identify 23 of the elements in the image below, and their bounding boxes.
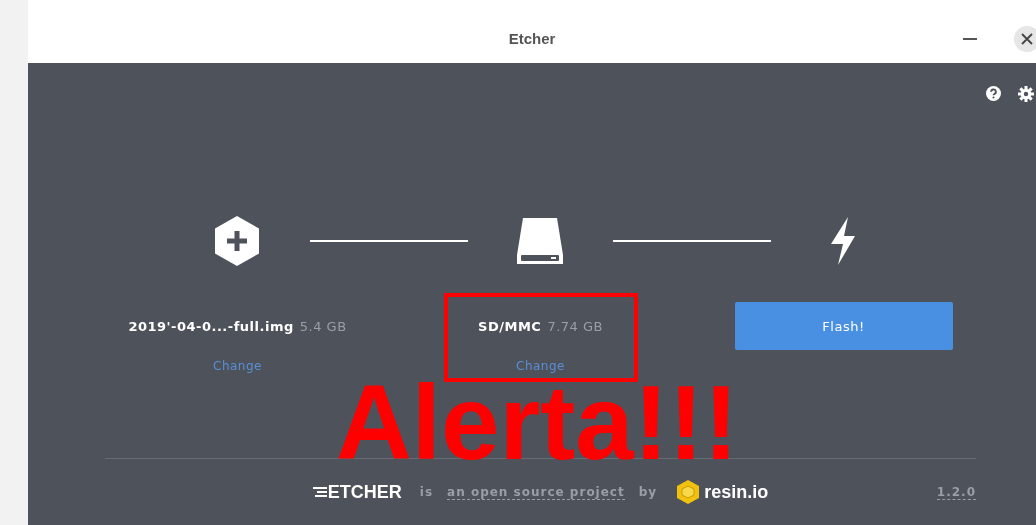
etcher-logo: ETCHER [312, 481, 402, 503]
footer-text: is [419, 485, 434, 499]
flash-button[interactable]: Flash! [734, 302, 953, 350]
open-source-link[interactable]: an open source project [447, 484, 625, 500]
selection-size: 5.4 GB [299, 318, 347, 334]
selection-name: SD/MMC [478, 318, 542, 334]
plus-hexagon-icon [212, 215, 262, 267]
close-icon[interactable] [1014, 26, 1036, 52]
help-icon[interactable] [986, 86, 1001, 101]
change-link[interactable]: Change [516, 359, 565, 373]
alert-overlay-text: Alerta!!! [336, 381, 739, 465]
minimize-icon[interactable] [963, 37, 977, 41]
version-link[interactable]: 1.2.0 [936, 484, 976, 500]
window-title: Etcher [508, 30, 556, 47]
speed-lines-icon [312, 485, 327, 499]
selection-size: 7.74 GB [547, 318, 603, 334]
change-link[interactable]: Change [213, 359, 262, 373]
settings-icon[interactable] [1018, 86, 1034, 102]
drive-icon [515, 215, 565, 267]
resin-logo[interactable]: resin.io [675, 479, 769, 505]
cube-icon [675, 479, 702, 505]
selection-name: 2019'-04-0...-full.img [128, 318, 294, 334]
footer-text: by [638, 485, 658, 499]
